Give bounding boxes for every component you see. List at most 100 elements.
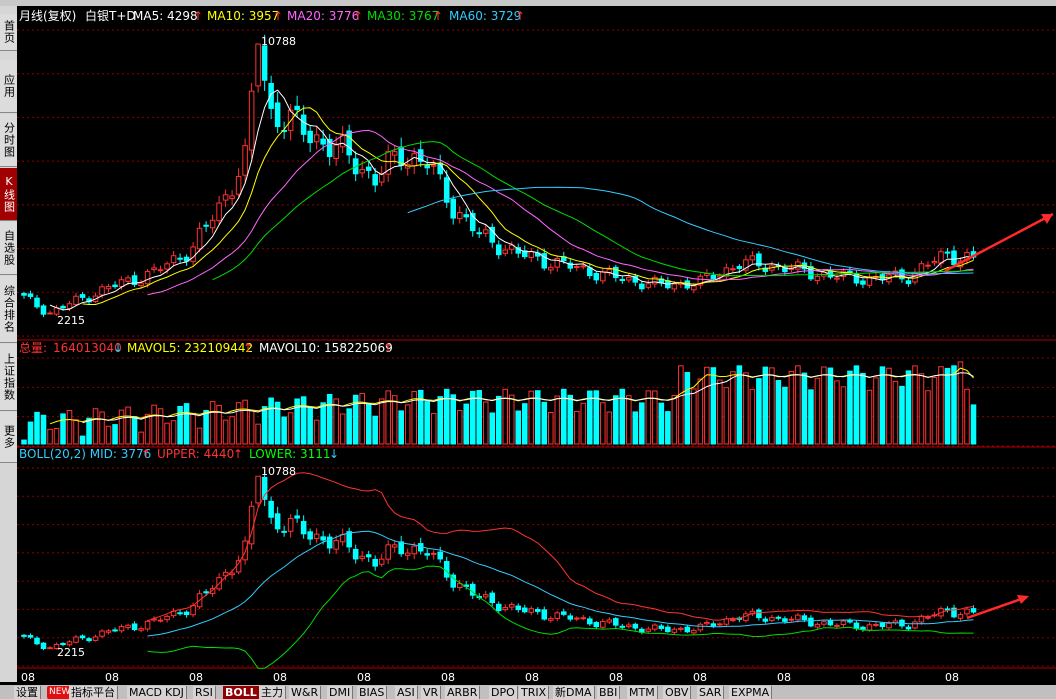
indicator-tab-expma[interactable]: EXPMA	[729, 686, 773, 699]
mavol10-label: MAVOL10: 158225069	[259, 341, 393, 355]
indicator-tab-trix[interactable]: TRIX	[519, 686, 550, 699]
sidebar-tab-timeshare[interactable]: 分时图	[0, 114, 17, 167]
boll-price-candle	[157, 619, 164, 622]
kline-chart[interactable]: 月线(复权) 白银T+D MA5: 4298 ↑ MA10: 3957 ↑ MA…	[17, 6, 1056, 684]
volume-bar	[300, 396, 307, 445]
indicator-tab-[interactable]: 设置	[14, 686, 41, 699]
volume-bar	[502, 388, 509, 445]
boll-price-candle	[593, 622, 600, 628]
x-tick-label: 08	[861, 671, 875, 684]
indicator-tab-wr[interactable]: W&R	[289, 686, 322, 699]
price-candle	[808, 266, 814, 280]
price-candle	[157, 269, 164, 272]
indicator-tab-macd[interactable]: MACD	[127, 686, 165, 699]
boll-price-candle	[287, 517, 294, 532]
volume-bar	[268, 397, 274, 445]
sidebar-tab-ranking[interactable]: 综合排名	[0, 276, 17, 343]
boll-price-candle	[587, 618, 593, 625]
volume-bar	[60, 413, 66, 445]
sidebar-tab-index[interactable]: 上证指数	[0, 344, 17, 411]
boll-price-candle	[801, 615, 808, 621]
boll-price-candle	[268, 500, 274, 518]
ma20-arrow: ↑	[353, 9, 363, 23]
boll-price-candle	[313, 533, 320, 540]
volume-bar	[404, 404, 411, 445]
price-candle	[164, 263, 170, 270]
ma30-line	[212, 141, 974, 281]
boll-price-candle	[300, 521, 307, 535]
indicator-tab-vr[interactable]: VR	[421, 686, 442, 699]
boll-price-candle	[534, 609, 541, 612]
price-candle	[710, 274, 717, 280]
indicator-tab-asi[interactable]: ASI	[395, 686, 418, 699]
volume-bar	[242, 399, 248, 445]
volume-bar	[938, 366, 944, 445]
total-volume-prefix: 总量:	[19, 341, 47, 355]
indicator-tab-dmi[interactable]: DMI	[327, 686, 354, 699]
boll-price-candle	[808, 617, 814, 627]
boll-lower-line	[147, 565, 974, 669]
boll-price-candle	[47, 647, 53, 650]
left-sidebar: 首页 应用 分时图 K线图 自选股 综合排名 上证指数 更多	[0, 6, 17, 682]
volume-bar	[619, 388, 626, 445]
indicator-tab-dpo[interactable]: DPO	[489, 686, 518, 699]
boll-price-candle	[40, 642, 47, 649]
boll-price-candle	[105, 630, 112, 633]
volume-bar	[385, 390, 391, 445]
symbol-label: 白银T+D	[85, 8, 136, 23]
volume-bar	[684, 372, 691, 445]
x-tick-label: 08	[693, 671, 707, 684]
volume-bar	[482, 401, 489, 445]
indicator-tab-dma[interactable]: 新DMA	[553, 686, 595, 699]
volume-bar	[313, 419, 320, 445]
price-candle	[639, 283, 645, 290]
indicator-tab-obv[interactable]: OBV	[663, 686, 692, 699]
price-candle	[931, 261, 938, 264]
indicator-tab-kdj[interactable]: KDJ	[163, 686, 187, 699]
boll-price-candle	[177, 612, 183, 615]
volume-bar	[905, 370, 912, 445]
x-tick-label: 08	[357, 671, 371, 684]
volume-bar	[196, 427, 203, 445]
indicator-tab-sar[interactable]: SAR	[697, 686, 725, 699]
boll-price-candle	[665, 626, 671, 633]
boll-price-candle	[294, 515, 300, 519]
price-candle	[268, 82, 274, 109]
mavol10-line	[82, 372, 974, 424]
boll-price-candle	[697, 623, 704, 631]
boll-price-candle	[704, 621, 710, 625]
boll-price-candle	[925, 616, 931, 619]
volume-bar	[762, 366, 769, 445]
boll-price-candle	[866, 624, 873, 631]
sidebar-tab-kline[interactable]: K线图	[0, 168, 17, 221]
boll-price-candle	[600, 621, 606, 628]
volume-bar	[808, 389, 814, 445]
price-candle	[177, 257, 183, 260]
indicator-tab-rsi[interactable]: RSI	[193, 686, 216, 699]
sidebar-tab-watchlist[interactable]: 自选股	[0, 222, 17, 275]
indicator-tab-boll[interactable]: BOLL	[223, 686, 260, 699]
volume-bar	[255, 423, 261, 445]
indicator-tab-[interactable]: 主力	[259, 686, 286, 699]
indicator-tab-bias[interactable]: BIAS	[357, 686, 388, 699]
volume-bar	[775, 380, 782, 445]
sidebar-tab-apps[interactable]: 应用	[0, 60, 17, 113]
boll-price-candle	[762, 618, 769, 622]
boll-price-candle	[547, 618, 554, 621]
volume-bar	[164, 422, 170, 445]
indicator-tab-arbr[interactable]: ARBR	[445, 686, 481, 699]
boll-price-candle	[320, 536, 326, 541]
boll-price-candle	[424, 553, 430, 556]
volume-bar	[801, 372, 808, 445]
indicator-tab-mtm[interactable]: MTM	[627, 686, 658, 699]
indicator-tab-[interactable]: 指标平台	[69, 686, 118, 699]
volume-bar	[339, 413, 346, 445]
indicator-tab-bbi[interactable]: BBI	[597, 686, 621, 699]
sidebar-tab-more[interactable]: 更多	[0, 412, 17, 463]
volume-bar	[118, 409, 125, 445]
volume-bar	[105, 425, 112, 445]
price-candle	[587, 267, 593, 277]
sidebar-tab-home[interactable]: 首页	[0, 14, 17, 51]
boll-price-candle	[502, 607, 509, 611]
price-candle	[203, 224, 209, 227]
